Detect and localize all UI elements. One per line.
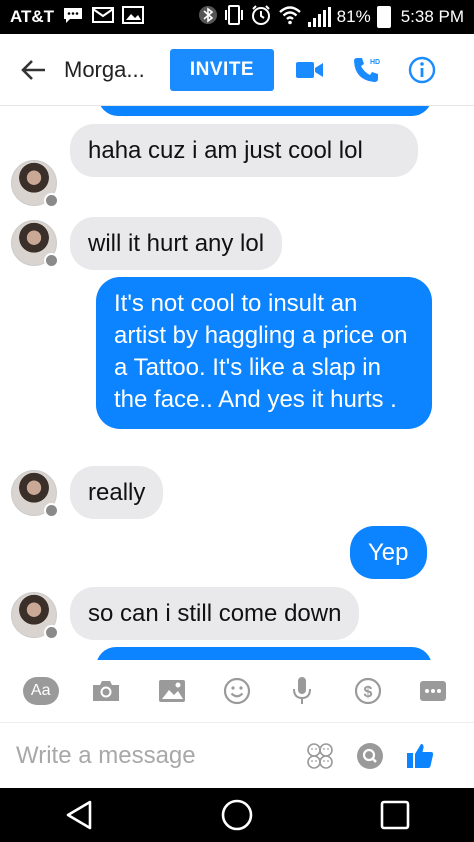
avatar[interactable] <box>11 592 59 640</box>
message-bubble-outgoing[interactable]: Yep <box>350 526 427 579</box>
photo-icon[interactable] <box>152 671 192 711</box>
message-bubble-outgoing-partial[interactable] <box>98 106 432 116</box>
vibrate-icon <box>224 4 244 30</box>
system-nav-bar <box>0 788 474 842</box>
signal-icon <box>307 7 331 27</box>
payment-icon[interactable]: $ <box>348 671 388 711</box>
info-icon[interactable] <box>402 50 442 90</box>
message-bubble-outgoing[interactable]: It's not cool to insult an artist by hag… <box>96 277 432 429</box>
phone-call-icon[interactable]: HD <box>346 50 386 90</box>
emoji-icon[interactable] <box>217 671 257 711</box>
message-composer <box>0 722 474 788</box>
message-icon <box>62 6 84 28</box>
messenger-badge-icon <box>44 253 59 268</box>
alarm-icon <box>250 4 272 30</box>
nav-recents-icon[interactable] <box>365 790 425 840</box>
message-bubble-outgoing-partial[interactable] <box>96 647 432 660</box>
text-format-icon[interactable]: Aa <box>21 671 61 711</box>
contact-name[interactable]: Morga... <box>64 57 164 83</box>
messenger-badge-icon <box>44 625 59 640</box>
battery-percent: 81% <box>336 7 371 26</box>
svg-text:$: $ <box>363 684 372 701</box>
messenger-badge-icon <box>44 193 59 208</box>
sticker-icon[interactable] <box>300 736 340 776</box>
message-bubble-incoming[interactable]: really <box>70 466 164 519</box>
message-list[interactable]: haha cuz i am just cool lol will it hurt… <box>0 106 474 660</box>
message-input[interactable] <box>16 741 286 770</box>
clock: 5:38 PM <box>400 7 464 26</box>
avatar[interactable] <box>11 220 59 268</box>
back-arrow-icon[interactable] <box>14 50 54 90</box>
avatar[interactable] <box>11 160 59 208</box>
battery-icon <box>376 6 391 28</box>
messenger-badge-icon <box>44 503 59 518</box>
more-icon[interactable] <box>413 671 453 711</box>
bluetooth-icon <box>198 5 218 29</box>
gallery-icon <box>122 6 145 28</box>
wifi-icon <box>278 5 302 29</box>
camera-icon[interactable] <box>86 671 126 711</box>
status-bar: AT&T 81% 5:38 PM <box>0 0 474 34</box>
hd-label: HD <box>370 59 380 66</box>
microphone-icon[interactable] <box>282 671 322 711</box>
video-call-icon[interactable] <box>290 50 330 90</box>
search-gif-icon[interactable] <box>350 736 390 776</box>
message-bubble-incoming[interactable]: haha cuz i am just cool lol <box>70 124 418 177</box>
message-bubble-incoming[interactable]: so can i still come down <box>70 587 360 640</box>
nav-home-icon[interactable] <box>207 790 267 840</box>
thumbs-up-icon[interactable] <box>400 736 440 776</box>
composer-toolbar: Aa $ <box>0 660 474 722</box>
avatar[interactable] <box>11 470 59 518</box>
message-bubble-incoming[interactable]: will it hurt any lol <box>70 217 283 270</box>
conversation-header: Morga... INVITE HD <box>0 34 474 106</box>
invite-button[interactable]: INVITE <box>170 48 274 91</box>
carrier-label: AT&T <box>10 7 55 26</box>
mail-icon <box>92 6 115 28</box>
nav-back-icon[interactable] <box>49 790 109 840</box>
